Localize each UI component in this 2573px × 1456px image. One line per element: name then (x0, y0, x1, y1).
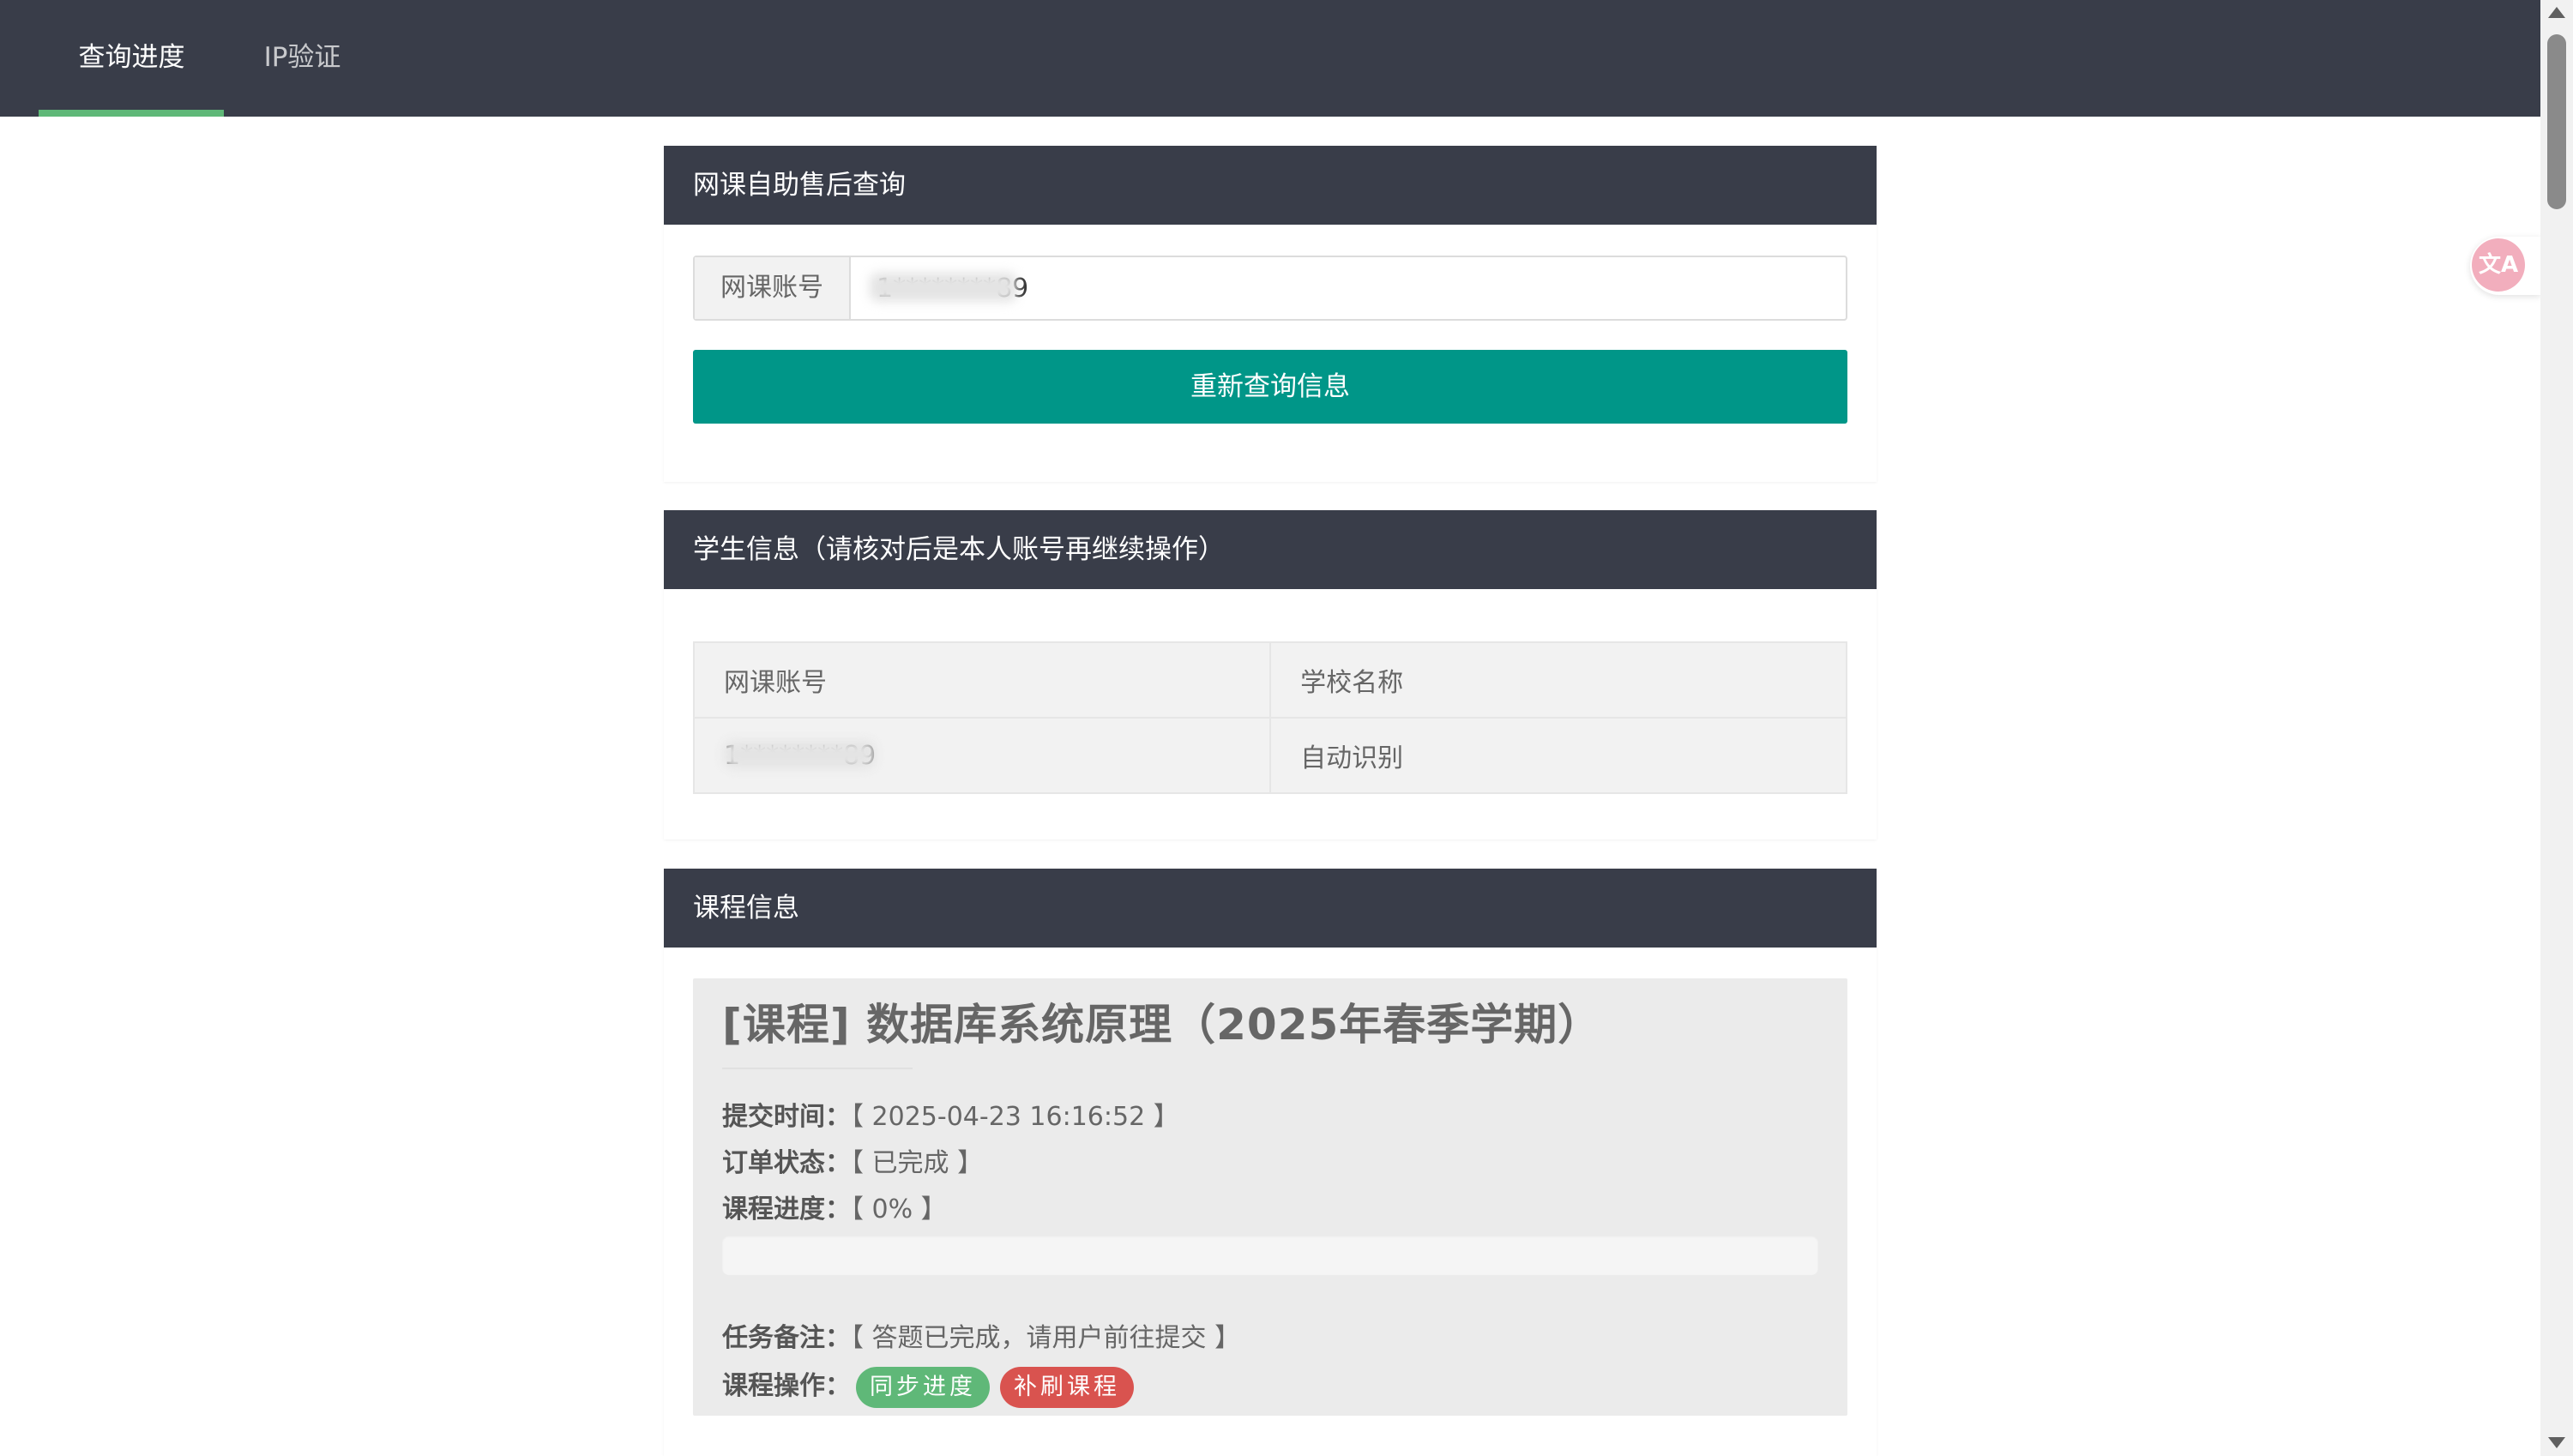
student-info-card: 学生信息（请核对后是本人账号再继续操作） 网课账号 学校名称 1********… (664, 510, 1877, 839)
query-card-title: 网课自助售后查询 (664, 146, 1877, 225)
course-item: [课程] 数据库系统原理（2025年春季学期） 提交时间：【 2025-04-2… (693, 978, 1847, 1416)
course-info-title: 课程信息 (664, 869, 1877, 948)
top-nav: 查询进度 IP验证 (0, 0, 2540, 117)
table-header-cell: 学校名称 (1269, 641, 1847, 719)
student-info-title: 学生信息（请核对后是本人账号再继续操作） (664, 510, 1877, 589)
tab-query-progress[interactable]: 查询进度 (39, 0, 224, 117)
course-progress-label: 课程进度： (722, 1194, 851, 1224)
course-info-card: 课程信息 [课程] 数据库系统原理（2025年春季学期） 提交时间：【 2025… (664, 869, 1877, 1456)
active-tab-indicator (39, 110, 224, 117)
student-info-table: 网课账号 学校名称 1********89 自动识别 (692, 641, 1847, 794)
task-remark-row: 任务备注：【 答题已完成，请用户前往提交 】 (722, 1316, 1240, 1354)
task-remark-value: 【 答题已完成，请用户前往提交 】 (851, 1323, 1241, 1353)
submit-time-value: 【 2025-04-23 16:16:52 】 (851, 1102, 1179, 1132)
scroll-down-arrow-icon[interactable] (2548, 1437, 2565, 1448)
scrollbar-thumb[interactable] (2547, 34, 2566, 209)
tab-ip-verify[interactable]: IP验证 (236, 0, 369, 117)
course-title: [课程] 数据库系统原理（2025年春季学期） (722, 1000, 1602, 1050)
submit-time-label: 提交时间： (722, 1102, 851, 1132)
order-status-row: 订单状态：【 已完成 】 (722, 1141, 983, 1179)
course-actions-label: 课程操作： (722, 1371, 851, 1401)
redo-course-button[interactable]: 补刷课程 (1000, 1366, 1134, 1408)
order-status-value: 【 已完成 】 (851, 1148, 984, 1178)
course-progress-row: 课程进度：【 0% 】 (722, 1188, 947, 1225)
course-actions-row: 课程操作： 同步进度 补刷课程 (722, 1364, 1134, 1408)
query-card: 网课自助售后查询 网课账号 重新查询信息 (664, 146, 1877, 482)
translate-icon[interactable]: 文A (2472, 238, 2525, 292)
course-progress-value: 【 0% 】 (851, 1194, 947, 1224)
sync-progress-button[interactable]: 同步进度 (856, 1366, 990, 1408)
title-divider (722, 1068, 913, 1069)
task-remark-label: 任务备注： (722, 1323, 851, 1353)
account-input-group: 网课账号 (693, 256, 1847, 321)
submit-time-row: 提交时间：【 2025-04-23 16:16:52 】 (722, 1095, 1179, 1133)
table-header-cell: 网课账号 (692, 641, 1272, 719)
requery-button[interactable]: 重新查询信息 (693, 350, 1847, 424)
vertical-scrollbar[interactable] (2540, 0, 2573, 1456)
table-header-row: 网课账号 学校名称 (692, 641, 1847, 719)
scroll-up-arrow-icon[interactable] (2548, 7, 2565, 18)
progress-bar (722, 1236, 1818, 1275)
account-redaction-blur (870, 273, 1017, 302)
account-redaction-blur (724, 741, 875, 768)
table-cell-school: 自动识别 (1269, 717, 1847, 794)
account-input-prefix: 网课账号 (695, 257, 851, 319)
order-status-label: 订单状态： (722, 1148, 851, 1178)
